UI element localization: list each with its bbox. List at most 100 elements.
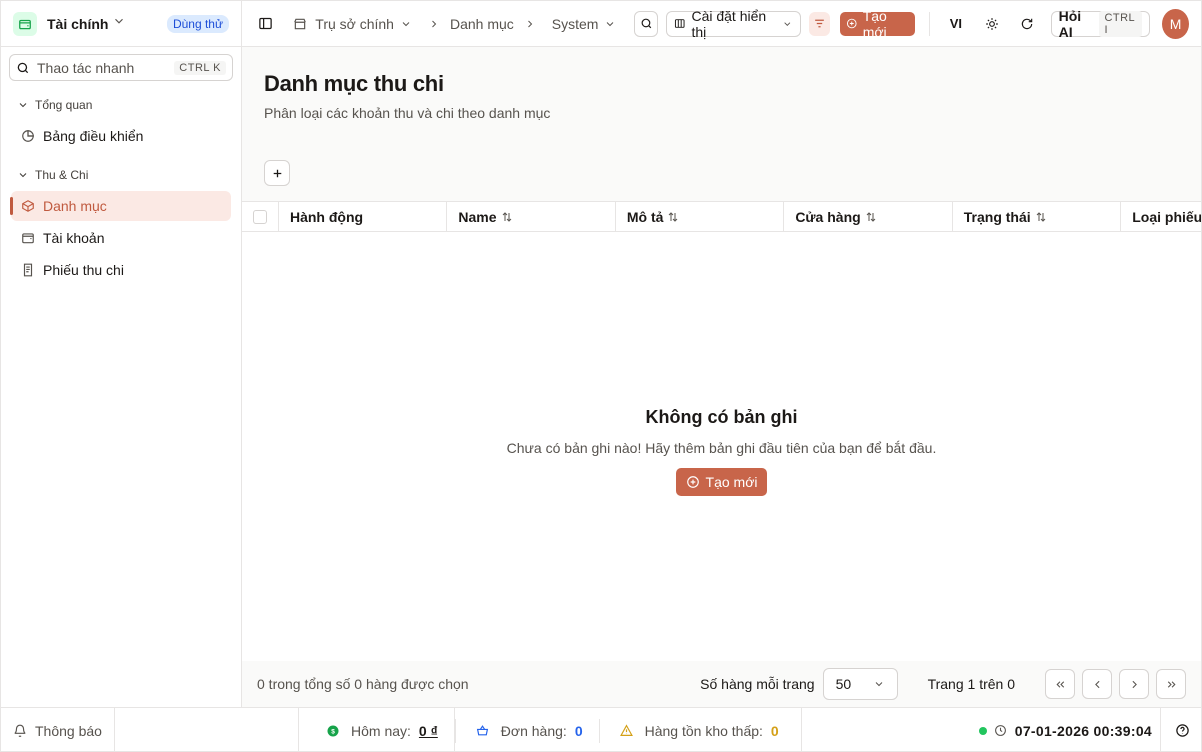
box-icon [22, 200, 34, 212]
select-all-checkbox-cell [242, 202, 279, 232]
refresh-button[interactable] [1015, 11, 1038, 37]
sort-icon [1036, 212, 1046, 222]
breadcrumb: Trụ sở chính Danh mục System [293, 16, 616, 32]
today-label: Hôm nay: [351, 722, 411, 739]
chevron-down-icon [402, 21, 410, 26]
column-header-name[interactable]: Name [447, 202, 616, 232]
column-header-description[interactable]: Mô tả [616, 202, 785, 232]
quick-action-search[interactable]: Thao tác nhanh CTRL K [9, 54, 233, 81]
sidebar-item-label: Bảng điều khiển [43, 128, 144, 144]
orders-label: Đơn hàng: [500, 722, 567, 739]
rows-per-page-select[interactable]: 50 [822, 668, 898, 700]
column-label: Trạng thái [963, 209, 1031, 225]
app-switcher[interactable]: Tài chính Dùng thử [1, 1, 241, 47]
plus-circle-icon [847, 18, 857, 29]
low-stock: Hàng tồn kho thấp: 0 [600, 707, 802, 751]
breadcrumb-branch[interactable]: Trụ sở chính [315, 16, 394, 32]
divider [928, 11, 930, 36]
language-switch[interactable]: VI [950, 16, 962, 31]
theme-toggle-button[interactable] [980, 11, 1003, 37]
filter-button[interactable] [808, 11, 831, 36]
column-label: Name [458, 209, 497, 225]
next-page-button[interactable] [1119, 669, 1149, 699]
low-stock-label: Hàng tồn kho thấp: [644, 722, 763, 739]
previous-page-button[interactable] [1082, 669, 1112, 699]
help-button[interactable] [1161, 708, 1201, 752]
chevron-down-icon [19, 103, 27, 108]
breadcrumb-categories[interactable]: Danh mục [450, 16, 514, 32]
table-header: Hành động Name Mô tả Cửa hàng Trạng thái [242, 202, 1201, 232]
chevron-right-icon [432, 20, 437, 27]
plus-icon [273, 169, 281, 177]
warning-icon [619, 724, 633, 736]
wallet-icon [22, 233, 34, 244]
main-content: Danh mục thu chi Phân loại các khoản thu… [242, 47, 1201, 707]
trial-badge: Dùng thử [166, 14, 229, 33]
ask-ai-button[interactable]: Hỏi AI CTRL I [1050, 7, 1151, 40]
notifications-label: Thông báo [35, 722, 102, 739]
add-row-button[interactable] [264, 160, 290, 186]
sidebar-item-vouchers[interactable]: Phiếu thu chi [11, 255, 231, 285]
column-header-voucher-type[interactable]: Loại phiếu [1121, 202, 1201, 232]
pie-chart-icon [22, 130, 34, 142]
empty-title: Không có bản ghi [645, 407, 798, 427]
sidebar-item-dashboard[interactable]: Bảng điều khiển [11, 121, 231, 151]
clock: 07-01-2026 00:39:04 [978, 707, 1201, 752]
datetime: 07-01-2026 00:39:04 [1014, 722, 1152, 739]
column-header-store[interactable]: Cửa hàng [784, 202, 953, 232]
ask-ai-label: Hỏi AI [1058, 7, 1082, 40]
selection-count: 0 trong tổng số 0 hàng được chọn [257, 676, 469, 692]
page-subtitle: Phân loại các khoản thu và chi theo danh… [264, 105, 551, 121]
sidebar-item-label: Tài khoản [43, 230, 105, 246]
sidebar-item-accounts[interactable]: Tài khoản [11, 223, 231, 253]
search-icon [641, 18, 651, 29]
display-settings-button[interactable]: Cài đặt hiển thị [665, 7, 801, 40]
create-button[interactable]: Tạo mới [840, 8, 915, 40]
column-label: Cửa hàng [795, 209, 861, 225]
app-window: Tài chính Dùng thử Thao tác nhanh CTRL K… [0, 0, 1202, 752]
shortcut-hint: CTRL K [174, 60, 226, 75]
group-toggle-income-expense[interactable]: Thu & Chi [1, 165, 241, 185]
column-label: Hành động [289, 209, 364, 225]
today-value: 0 ₫ [418, 722, 438, 739]
today-revenue: $ Hôm nay: 0 ₫ [299, 707, 455, 751]
group-toggle-overview[interactable]: Tổng quan [1, 95, 241, 115]
status-bar: Thông báo $ Hôm nay: 0 ₫ Đơn hàng: 0 Hàn… [1, 707, 1201, 752]
sidebar: Tài chính Dùng thử Thao tác nhanh CTRL K… [1, 1, 242, 707]
app-name: Tài chính [47, 15, 109, 32]
first-page-button[interactable] [1045, 669, 1075, 699]
online-status-dot [978, 726, 987, 735]
create-label: Tạo mới [862, 7, 887, 40]
last-page-button[interactable] [1156, 669, 1186, 699]
select-all-checkbox[interactable] [253, 210, 267, 224]
notifications-button[interactable]: Thông báo [1, 707, 115, 751]
page-title: Danh mục thu chi [264, 71, 444, 96]
column-header-status[interactable]: Trạng thái [953, 202, 1122, 232]
data-table: Hành động Name Mô tả Cửa hàng Trạng thái [242, 201, 1201, 661]
empty-create-label: Tạo mới [705, 474, 758, 490]
search-button[interactable] [634, 10, 658, 37]
breadcrumb-system[interactable]: System [552, 16, 599, 32]
sort-icon [669, 212, 678, 222]
chevrons-right-icon [1167, 680, 1176, 688]
basket-icon [476, 725, 488, 736]
bell-icon [14, 724, 26, 737]
help-circle-icon [1175, 724, 1189, 737]
display-settings-label: Cài đặt hiển thị [691, 7, 767, 40]
column-header-actions: Hành động [279, 202, 448, 232]
refresh-icon [1021, 18, 1033, 29]
avatar[interactable]: M [1162, 8, 1190, 39]
sidebar-item-categories[interactable]: Danh mục [10, 191, 231, 221]
group-label-overview: Tổng quan [35, 98, 93, 112]
empty-create-button[interactable]: Tạo mới [675, 468, 768, 496]
chevron-right-icon [527, 20, 533, 27]
sidebar-item-label: Phiếu thu chi [43, 262, 124, 278]
toggle-sidebar-button[interactable] [254, 11, 277, 37]
empty-description: Chưa có bản ghi nào! Hãy thêm bản ghi đầ… [506, 440, 937, 456]
store-icon [293, 17, 307, 31]
spacer [115, 707, 299, 751]
column-label: Loại phiếu [1132, 209, 1201, 225]
chevron-down-icon [112, 14, 126, 33]
sidebar-item-label: Danh mục [43, 198, 107, 214]
chevron-down-icon [875, 682, 882, 687]
